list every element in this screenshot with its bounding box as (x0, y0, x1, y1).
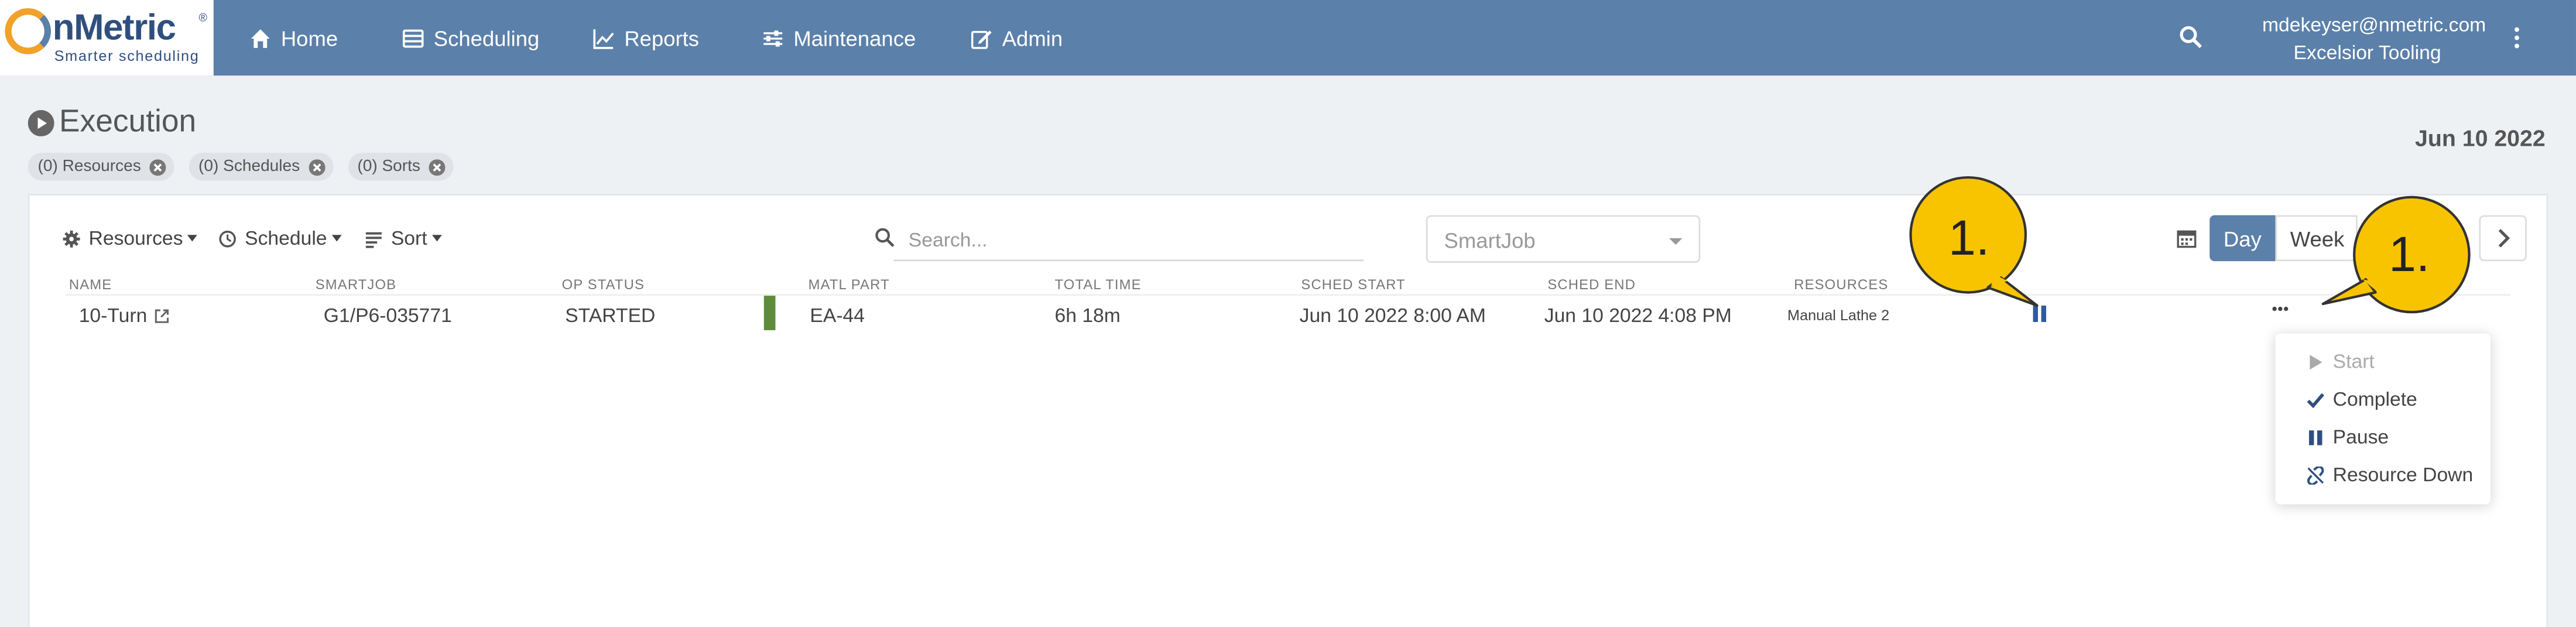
page-title: Execution (28, 105, 196, 142)
cell-op-status: STARTED (565, 304, 656, 327)
next-button[interactable] (2479, 215, 2527, 262)
logo-tagline: Smarter scheduling (54, 47, 200, 64)
current-date: Jun 10 2022 (2414, 125, 2546, 152)
nav-item-reports[interactable]: Reports (593, 25, 699, 51)
more-horizontal-icon[interactable] (2272, 304, 2289, 314)
search-input[interactable] (893, 220, 1364, 262)
clock-icon (219, 229, 236, 247)
nav-item-label: Reports (624, 25, 700, 50)
smartjob-select[interactable]: SmartJob (1426, 215, 1701, 263)
filter-chip-resources[interactable]: (0) Resources (28, 152, 174, 181)
external-link-icon[interactable] (154, 309, 169, 324)
chip-label: (0) Sorts (357, 157, 420, 176)
more-vertical-icon[interactable] (2512, 26, 2522, 49)
day-view-button[interactable]: Day (2210, 215, 2276, 262)
nav-item-home[interactable]: Home (250, 25, 338, 51)
col-header-total-time[interactable]: TOTAL TIME (1055, 276, 1142, 292)
cell-resources: Manual Lathe 2 (1787, 307, 1890, 324)
play-circle-icon (28, 110, 54, 136)
close-circle-icon[interactable] (308, 158, 325, 175)
col-header-resources[interactable]: RESOURCES (1794, 276, 1888, 292)
menu-item-label: Complete (2332, 388, 2417, 411)
header-divider (66, 294, 2510, 296)
select-value: SmartJob (1444, 228, 1536, 253)
caret-down-icon (187, 235, 198, 242)
menu-item-label: Pause (2332, 425, 2389, 449)
nav-item-scheduling[interactable]: Scheduling (402, 25, 539, 51)
logo-name: nMetric (52, 6, 176, 48)
check-icon (2307, 392, 2324, 407)
calendar-list-icon (402, 29, 424, 47)
unlink-icon (2307, 465, 2324, 484)
sliders-icon (763, 29, 783, 46)
col-header-sched-start[interactable]: SCHED START (1301, 276, 1405, 292)
caret-down-icon (331, 235, 342, 242)
col-header-op-status[interactable]: OP STATUS (562, 276, 645, 292)
user-email[interactable]: mdekeyser@nmetric.com (2262, 13, 2486, 36)
user-organization[interactable]: Excelsior Tooling (2262, 41, 2472, 64)
cell-name[interactable]: 10-Turn (79, 304, 169, 327)
filter-chip-sorts[interactable]: (0) Sorts (347, 152, 454, 181)
home-icon (251, 28, 270, 47)
col-header-matl-part[interactable]: MATL PART (809, 276, 890, 292)
sort-label: Sort (390, 227, 427, 250)
calendar-icon[interactable] (2177, 228, 2197, 248)
nav-item-label: Scheduling (433, 25, 540, 50)
callout-text: 1. (1948, 211, 1990, 266)
cell-total-time: 6h 18m (1054, 304, 1121, 327)
chip-label: (0) Resources (37, 157, 141, 176)
close-circle-icon[interactable] (428, 158, 446, 175)
col-header-name[interactable]: NAME (69, 276, 112, 292)
status-indicator-bar (763, 296, 776, 331)
schedule-label: Schedule (245, 227, 327, 250)
caret-down-icon (432, 235, 442, 242)
edit-icon (971, 29, 992, 49)
cell-smartjob: G1/P6-035771 (323, 304, 452, 327)
nav-item-admin[interactable]: Admin (971, 25, 1063, 51)
menu-item-label: Start (2332, 350, 2375, 373)
pause-icon (2308, 429, 2322, 445)
chip-label: (0) Schedules (198, 157, 300, 176)
cell-sched-end: Jun 10 2022 4:08 PM (1544, 304, 1732, 327)
logo-ring-icon (5, 8, 51, 54)
op-name-link[interactable]: 10-Turn (79, 304, 148, 327)
callout-text: 1. (2389, 228, 2430, 283)
search-icon (875, 228, 895, 247)
menu-item-start[interactable]: Start (2307, 350, 2375, 373)
logo-registered-mark: ® (198, 13, 208, 25)
nav-item-label: Maintenance (793, 25, 916, 50)
col-header-smartjob[interactable]: SMARTJOB (316, 276, 396, 292)
row-actions-menu: Start Complete Pause Resource Down (2275, 333, 2491, 505)
sort-dropdown[interactable]: Sort (365, 227, 442, 250)
schedule-dropdown[interactable]: Schedule (218, 227, 342, 250)
menu-item-label: Resource Down (2332, 463, 2474, 486)
cell-matl-part: EA-44 (810, 304, 865, 327)
menu-item-pause[interactable]: Pause (2307, 426, 2389, 448)
resources-label: Resources (88, 227, 183, 250)
caret-down-icon (1669, 238, 1683, 245)
menu-item-resource-down[interactable]: Resource Down (2307, 463, 2473, 486)
filter-chip-schedules[interactable]: (0) Schedules (189, 152, 333, 181)
page-title-text: Execution (59, 105, 197, 140)
gear-icon (63, 229, 80, 247)
chevron-right-icon (2498, 229, 2509, 248)
filter-chips: (0) Resources (0) Schedules (0) Sorts (28, 152, 468, 181)
play-icon (2310, 354, 2322, 369)
search-icon[interactable] (2178, 25, 2203, 49)
col-header-sched-end[interactable]: SCHED END (1547, 276, 1636, 292)
nav-item-label: Admin (1002, 25, 1063, 50)
nav-item-label: Home (280, 25, 338, 50)
nav-item-maintenance[interactable]: Maintenance (762, 25, 916, 51)
cell-sched-start: Jun 10 2022 8:00 AM (1299, 304, 1486, 327)
top-navbar: nMetric ® Smarter scheduling Home Schedu… (0, 0, 2576, 76)
close-circle-icon[interactable] (149, 158, 166, 175)
sort-lines-icon (365, 231, 382, 248)
menu-item-complete[interactable]: Complete (2307, 388, 2417, 411)
resources-dropdown[interactable]: Resources (63, 227, 198, 250)
chart-line-icon (593, 28, 614, 49)
nmetric-logo[interactable]: nMetric ® Smarter scheduling (0, 0, 214, 76)
